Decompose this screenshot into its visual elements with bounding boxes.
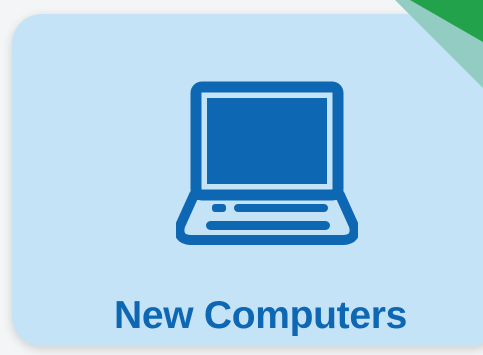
new-computers-tile[interactable]: New Computers [12,14,483,346]
tile-label: New Computers [114,294,407,337]
laptop-icon [176,81,358,245]
tile-stage: New Computers [0,0,483,355]
